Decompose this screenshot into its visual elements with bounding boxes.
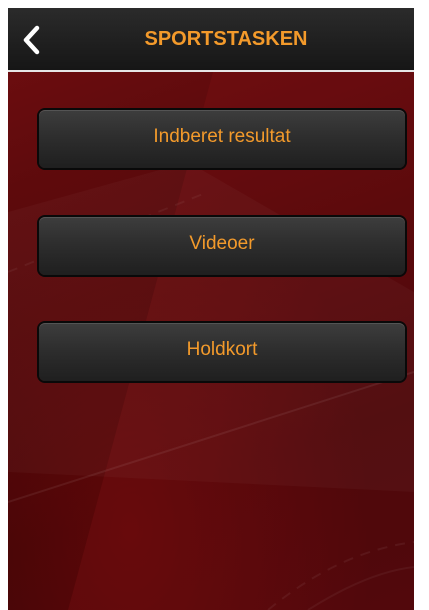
team-card-label: Holdkort <box>186 339 258 360</box>
team-card-button[interactable]: Holdkort <box>39 323 405 381</box>
chevron-left-icon <box>23 25 40 55</box>
videos-label: Videoer <box>189 233 255 254</box>
page-title: SPORTSTASKEN <box>144 27 308 50</box>
menu-screen: Indberet resultat Videoer Holdkort <box>8 72 414 610</box>
videos-button[interactable]: Videoer <box>39 217 405 275</box>
navigation-bar: SPORTSTASKEN <box>8 8 414 72</box>
report-result-button[interactable]: Indberet resultat <box>39 110 405 168</box>
report-result-label: Indberet resultat <box>153 126 291 147</box>
back-button[interactable] <box>14 22 50 58</box>
app-screen: SPORTSTASKEN Indberet resultat Videoer H… <box>8 8 414 610</box>
